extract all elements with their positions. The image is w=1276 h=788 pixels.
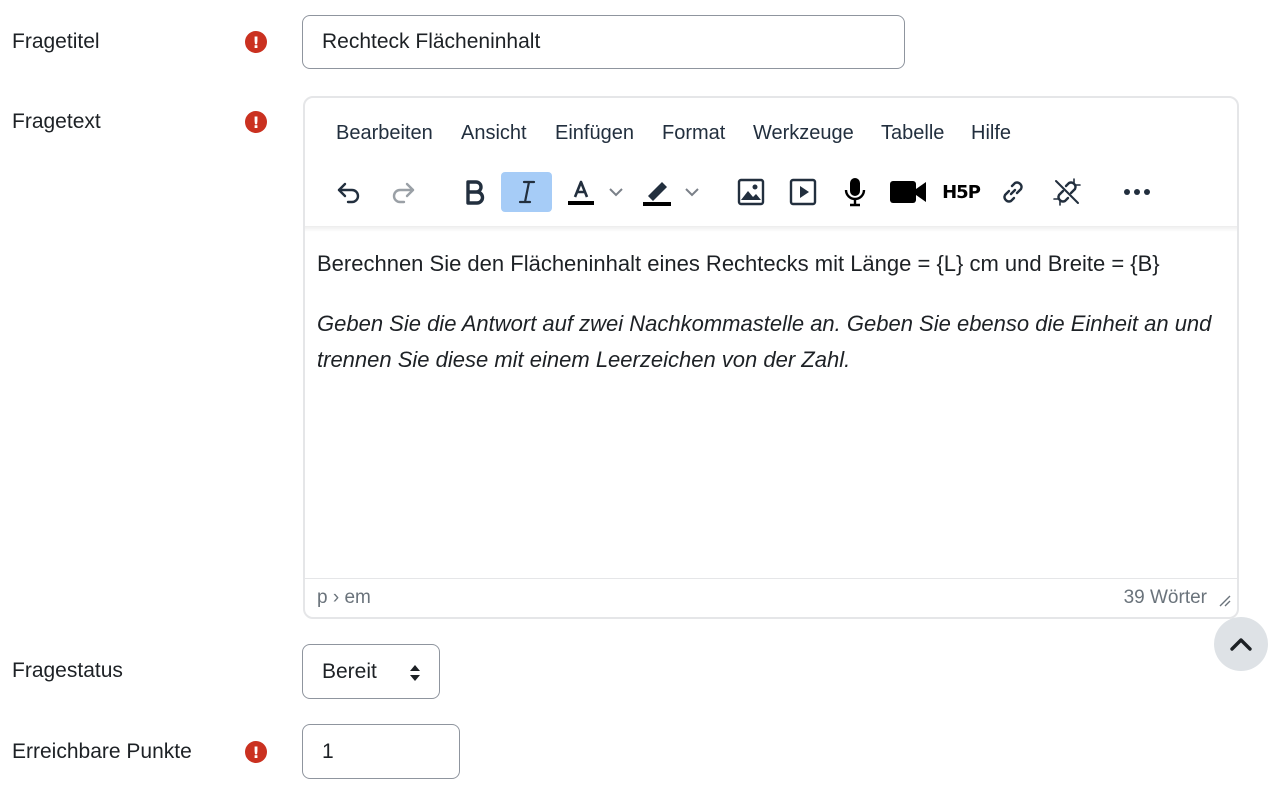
link-icon <box>1003 181 1023 203</box>
more-button[interactable] <box>1117 172 1157 212</box>
back-to-top-button[interactable] <box>1214 617 1268 671</box>
video-camera-icon <box>890 181 926 203</box>
question-text-hint: Geben Sie die Antwort auf zwei Nachkomma… <box>317 311 1212 372</box>
chevron-up-icon <box>1230 638 1252 651</box>
status-label: Fragestatus <box>12 659 123 682</box>
unlink-icon <box>1053 178 1081 206</box>
italic-icon <box>518 180 535 204</box>
chevron-down-icon <box>609 188 623 197</box>
points-input[interactable]: 1 <box>302 724 460 779</box>
title-input[interactable]: Rechteck Flächeninhalt <box>302 15 905 69</box>
editor-toolbar: H5P <box>305 168 1237 228</box>
title-input-value: Rechteck Flächeninhalt <box>322 30 541 53</box>
bold-button[interactable] <box>455 172 495 212</box>
points-input-value: 1 <box>322 739 334 763</box>
highlight-button[interactable] <box>637 172 677 212</box>
menu-ansicht[interactable]: Ansicht <box>461 122 527 145</box>
italic-button[interactable] <box>501 172 552 212</box>
menu-format[interactable]: Format <box>662 122 725 145</box>
text-color-dropdown[interactable] <box>605 172 627 212</box>
select-arrows-icon <box>410 665 420 681</box>
required-icon: ! <box>245 111 267 133</box>
editor-content[interactable]: Berechnen Sie den Flächeninhalt eines Re… <box>317 246 1217 402</box>
image-icon <box>737 178 765 206</box>
redo-button[interactable] <box>383 172 423 212</box>
text-color-button[interactable] <box>561 172 601 212</box>
h5p-icon: H5P <box>942 181 981 203</box>
toolbar-shadow <box>305 226 1237 232</box>
resize-icon <box>1219 595 1231 607</box>
record-audio-button[interactable] <box>835 172 875 212</box>
editor-statusbar: p › em 39 Wörter <box>305 578 1237 617</box>
highlight-icon <box>643 182 671 206</box>
image-button[interactable] <box>731 172 771 212</box>
menu-werkzeuge[interactable]: Werkzeuge <box>753 122 854 145</box>
text-color-icon <box>568 180 594 205</box>
required-icon: ! <box>245 741 267 763</box>
points-label: Erreichbare Punkte <box>12 740 192 763</box>
element-path[interactable]: p › em <box>317 587 371 609</box>
highlight-dropdown[interactable] <box>681 172 703 212</box>
text-label: Fragetext <box>12 110 101 133</box>
editor-menubar: Bearbeiten Ansicht Einfügen Format Werkz… <box>305 98 1237 168</box>
bold-icon <box>466 180 485 205</box>
chevron-down-icon <box>685 188 699 197</box>
microphone-icon <box>844 178 866 207</box>
undo-button[interactable] <box>329 172 369 212</box>
menu-bearbeiten[interactable]: Bearbeiten <box>336 122 433 145</box>
media-button[interactable] <box>783 172 823 212</box>
media-icon <box>789 178 817 206</box>
status-select-value: Bereit <box>322 659 377 683</box>
more-icon <box>1124 189 1150 195</box>
record-video-button[interactable] <box>887 172 929 212</box>
resize-handle[interactable] <box>1217 591 1231 613</box>
link-button[interactable] <box>993 172 1033 212</box>
unlink-button[interactable] <box>1047 172 1087 212</box>
required-icon: ! <box>245 31 267 53</box>
word-count[interactable]: 39 Wörter <box>1124 587 1207 609</box>
status-select[interactable]: Bereit <box>302 644 440 699</box>
rich-text-editor: Bearbeiten Ansicht Einfügen Format Werkz… <box>303 96 1239 619</box>
question-text-line: Berechnen Sie den Flächeninhalt eines Re… <box>317 251 1160 276</box>
menu-tabelle[interactable]: Tabelle <box>881 122 944 145</box>
menu-einfuegen[interactable]: Einfügen <box>555 122 634 145</box>
undo-icon <box>337 182 360 204</box>
menu-hilfe[interactable]: Hilfe <box>971 122 1011 145</box>
title-label: Fragetitel <box>12 30 100 53</box>
redo-icon <box>392 182 415 204</box>
h5p-button[interactable]: H5P <box>939 172 983 212</box>
